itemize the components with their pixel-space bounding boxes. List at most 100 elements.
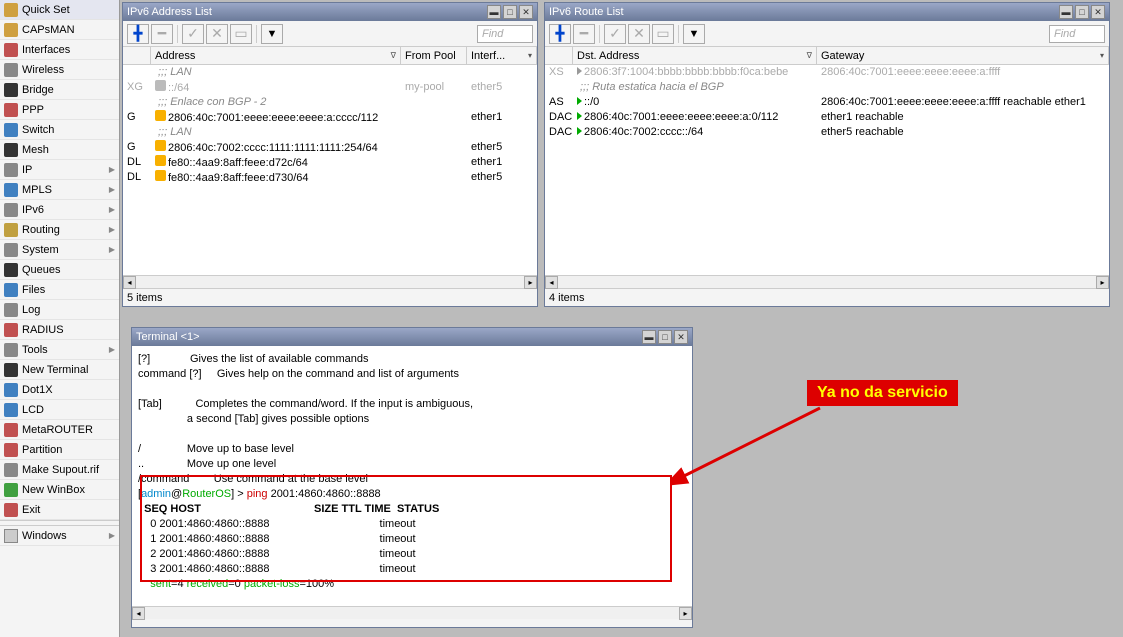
remove-button[interactable]: ━: [573, 24, 595, 44]
sidebar-item-wireless[interactable]: Wireless: [0, 60, 119, 80]
col-from-pool[interactable]: From Pool: [401, 47, 467, 64]
sidebar-item-label: Tools: [22, 344, 48, 356]
sidebar-item-files[interactable]: Files: [0, 280, 119, 300]
sidebar-item-make-supout.rif[interactable]: Make Supout.rif: [0, 460, 119, 480]
sidebar-item-windows[interactable]: Windows ▶: [0, 526, 119, 546]
find-input[interactable]: Find: [1049, 25, 1105, 43]
sidebar-item-interfaces[interactable]: Interfaces: [0, 40, 119, 60]
maximize-button[interactable]: □: [1075, 5, 1089, 19]
table-row[interactable]: XG::/64my-poolether5: [123, 80, 537, 95]
add-button[interactable]: ╋: [549, 24, 571, 44]
nwb-icon: [4, 483, 18, 497]
terminal-output[interactable]: [?] Gives the list of available commands…: [132, 346, 692, 606]
chevron-right-icon: ▶: [109, 165, 115, 174]
add-button[interactable]: ╋: [127, 24, 149, 44]
remove-button[interactable]: ━: [151, 24, 173, 44]
grid-header[interactable]: Dst. Address∇ Gateway▾: [545, 47, 1109, 65]
sidebar-item-switch[interactable]: Switch: [0, 120, 119, 140]
col-dst-address[interactable]: Dst. Address: [577, 50, 639, 62]
sidebar-item-system[interactable]: System▶: [0, 240, 119, 260]
sidebar-item-log[interactable]: Log: [0, 300, 119, 320]
table-row[interactable]: DLfe80::4aa9:8aff:feee:d730/64ether5: [123, 170, 537, 185]
sidebar-item-capsman[interactable]: CAPsMAN: [0, 20, 119, 40]
flag-icon: [155, 80, 166, 91]
ping-row: 3 2001:4860:4860::8888 timeout: [138, 562, 686, 577]
filter-button[interactable]: ▼: [683, 24, 705, 44]
ppp-icon: [4, 103, 18, 117]
find-input[interactable]: Find: [477, 25, 533, 43]
titlebar[interactable]: IPv6 Address List ▬ □ ✕: [123, 3, 537, 21]
sidebar-item-mesh[interactable]: Mesh: [0, 140, 119, 160]
table-row[interactable]: ;;; LAN: [123, 125, 537, 140]
status-bar: 4 items: [545, 288, 1109, 306]
sidebar-item-lcd[interactable]: LCD: [0, 400, 119, 420]
route-grid[interactable]: XS2806:3f7:1004:bbbb:bbbb:bbbb:f0ca:bebe…: [545, 65, 1109, 275]
grid-header[interactable]: Address∇ From Pool Interf...▾: [123, 47, 537, 65]
sidebar-item-tools[interactable]: Tools▶: [0, 340, 119, 360]
close-button[interactable]: ✕: [674, 330, 688, 344]
table-row[interactable]: DLfe80::4aa9:8aff:feee:d72c/64ether1: [123, 155, 537, 170]
h-scrollbar[interactable]: ◂▸: [132, 606, 692, 619]
files-icon: [4, 283, 18, 297]
flag-icon: [155, 140, 166, 151]
sidebar-item-label: LCD: [22, 404, 44, 416]
table-row[interactable]: XS2806:3f7:1004:bbbb:bbbb:bbbb:f0ca:bebe…: [545, 65, 1109, 80]
col-address[interactable]: Address: [155, 50, 195, 62]
route-icon: [4, 223, 18, 237]
maximize-button[interactable]: □: [503, 5, 517, 19]
close-button[interactable]: ✕: [1091, 5, 1105, 19]
table-row[interactable]: ;;; LAN: [123, 65, 537, 80]
sidebar-item-bridge[interactable]: Bridge: [0, 80, 119, 100]
sidebar-item-partition[interactable]: Partition: [0, 440, 119, 460]
table-row[interactable]: G2806:40c:7002:cccc:1111:1111:1111:254/6…: [123, 140, 537, 155]
table-row[interactable]: ;;; Enlace con BGP - 2: [123, 95, 537, 110]
titlebar[interactable]: Terminal <1> ▬ □ ✕: [132, 328, 692, 346]
minimize-button[interactable]: ▬: [487, 5, 501, 19]
table-row[interactable]: DAC2806:40c:7002:cccc::/64ether5 reachab…: [545, 125, 1109, 140]
table-row[interactable]: G2806:40c:7001:eeee:eeee:eeee:a:cccc/112…: [123, 110, 537, 125]
disable-button[interactable]: ✕: [628, 24, 650, 44]
sidebar-item-queues[interactable]: Queues: [0, 260, 119, 280]
sidebar-item-dot1x[interactable]: Dot1X: [0, 380, 119, 400]
sidebar-item-label: Routing: [22, 224, 60, 236]
disable-button[interactable]: ✕: [206, 24, 228, 44]
chevron-right-icon: ▶: [109, 205, 115, 214]
sidebar-item-exit[interactable]: Exit: [0, 500, 119, 520]
h-scrollbar[interactable]: ◂▸: [123, 275, 537, 288]
titlebar[interactable]: IPv6 Route List ▬ □ ✕: [545, 3, 1109, 21]
sidebar-item-ipv6[interactable]: IPv6 ▶: [0, 200, 119, 220]
maximize-button[interactable]: □: [658, 330, 672, 344]
sidebar-item-ppp[interactable]: PPP: [0, 100, 119, 120]
enable-button[interactable]: ✓: [182, 24, 204, 44]
minimize-button[interactable]: ▬: [642, 330, 656, 344]
sidebar-item-quick-set[interactable]: Quick Set: [0, 0, 119, 20]
sidebar-item-label: IPv6: [22, 204, 44, 216]
filter-button[interactable]: ▼: [261, 24, 283, 44]
sidebar-item-metarouter[interactable]: MetaROUTER: [0, 420, 119, 440]
comment-button[interactable]: ▭: [230, 24, 252, 44]
route-icon: [577, 67, 582, 75]
col-interface[interactable]: Interf...: [471, 50, 505, 62]
sidebar-item-routing[interactable]: Routing▶: [0, 220, 119, 240]
enable-button[interactable]: ✓: [604, 24, 626, 44]
close-button[interactable]: ✕: [519, 5, 533, 19]
flag-icon: [155, 155, 166, 166]
sidebar-item-mpls[interactable]: MPLS▶: [0, 180, 119, 200]
comment-button[interactable]: ▭: [652, 24, 674, 44]
address-grid[interactable]: ;;; LANXG::/64my-poolether5;;; Enlace co…: [123, 65, 537, 275]
table-row[interactable]: AS::/02806:40c:7001:eeee:eeee:eeee:a:fff…: [545, 95, 1109, 110]
sidebar-item-ip[interactable]: IP▶: [0, 160, 119, 180]
table-row[interactable]: ;;; Ruta estatica hacia el BGP: [545, 80, 1109, 95]
queue-icon: [4, 263, 18, 277]
sidebar-item-label: New Terminal: [22, 364, 88, 376]
sidebar-item-radius[interactable]: RADIUS: [0, 320, 119, 340]
sidebar-item-label: MetaROUTER: [22, 424, 93, 436]
ping-row: 0 2001:4860:4860::8888 timeout: [138, 517, 686, 532]
v6-icon: [4, 203, 18, 217]
table-row[interactable]: DAC2806:40c:7001:eeee:eeee:eeee:a:0/112e…: [545, 110, 1109, 125]
minimize-button[interactable]: ▬: [1059, 5, 1073, 19]
sidebar-item-new-winbox[interactable]: New WinBox: [0, 480, 119, 500]
sidebar-item-new-terminal[interactable]: New Terminal: [0, 360, 119, 380]
h-scrollbar[interactable]: ◂▸: [545, 275, 1109, 288]
col-gateway[interactable]: Gateway: [821, 50, 864, 62]
